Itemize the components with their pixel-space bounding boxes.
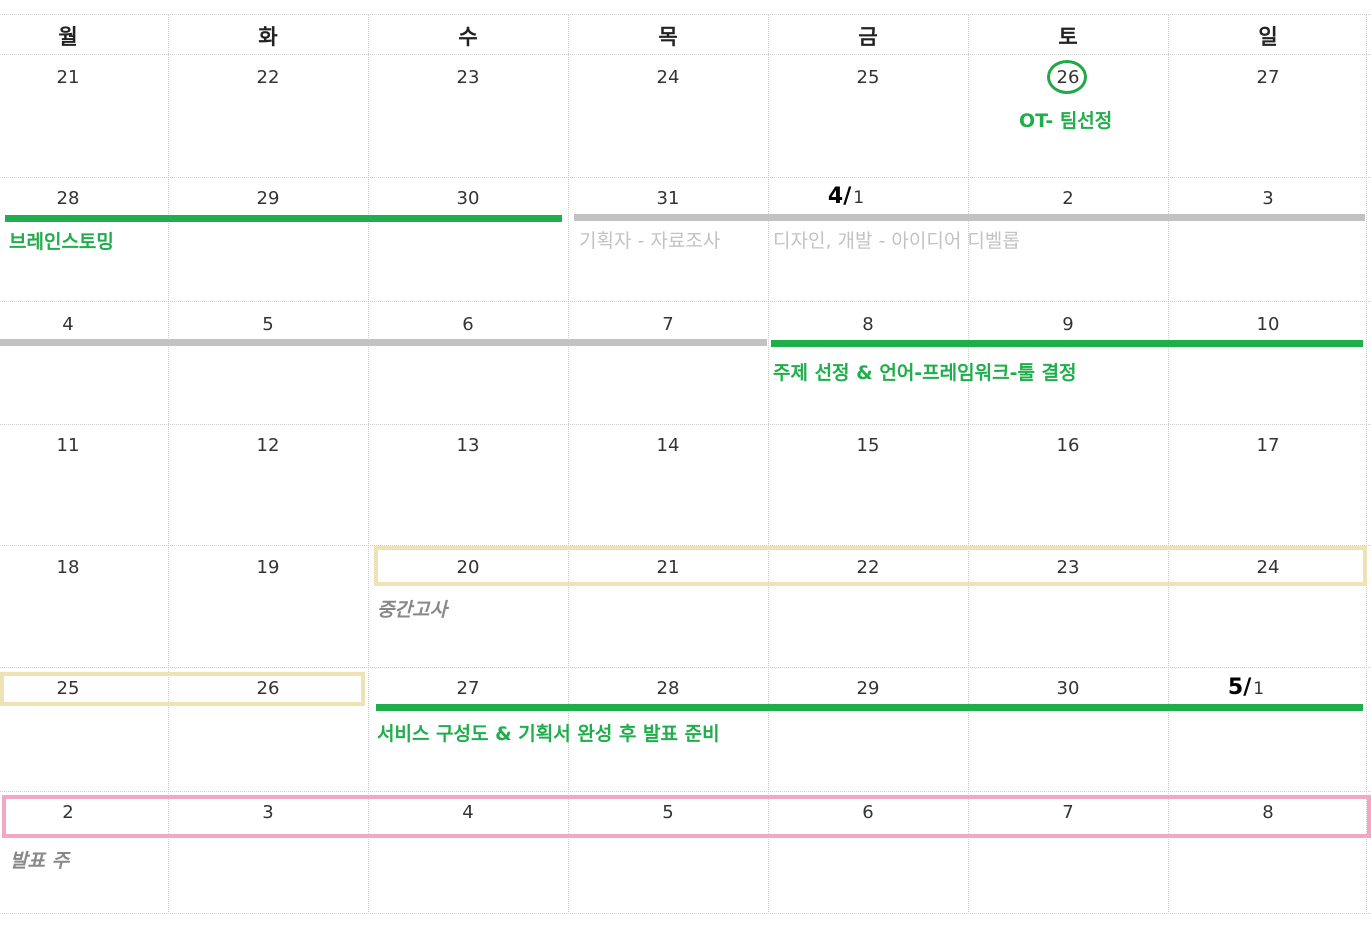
row-divider (0, 14, 1371, 15)
event-planner-research[interactable]: 기획자 - 자료조사 (579, 226, 720, 253)
event-bar-research[interactable] (574, 214, 1365, 221)
day-cell[interactable]: 7 (968, 802, 1168, 823)
day-cell[interactable]: 7 (568, 314, 768, 335)
day-cell[interactable]: 6 (768, 802, 968, 823)
weekday-fri: 금 (858, 25, 878, 49)
day-cell-month-start[interactable]: 4/1 (746, 184, 946, 209)
month-label: 4/ (827, 184, 852, 209)
event-brainstorm[interactable]: 브레인스토밍 (9, 227, 114, 254)
weekday-sat: 토 (1058, 25, 1078, 49)
event-presentation[interactable]: 발표 주 (10, 846, 69, 873)
column-divider (568, 14, 569, 914)
event-bar-brainstorm[interactable] (5, 215, 562, 222)
day-cell[interactable]: 9 (968, 314, 1168, 335)
day-cell[interactable]: 17 (1168, 435, 1368, 456)
column-divider (368, 14, 369, 914)
month-label: 5/ (1227, 675, 1252, 700)
day-cell[interactable]: 11 (0, 435, 168, 456)
event-midterm[interactable]: 중간고사 (377, 595, 447, 622)
weekday-wed: 수 (458, 25, 478, 49)
day-cell[interactable]: 4 (0, 314, 168, 335)
weekday-mon: 월 (58, 25, 78, 49)
day-cell[interactable]: 22 (168, 67, 368, 88)
day-cell[interactable]: 5 (568, 802, 768, 823)
day-cell-month-start[interactable]: 5/1 (1146, 675, 1346, 700)
day-cell[interactable]: 21 (568, 557, 768, 578)
day-cell[interactable]: 26 (168, 678, 368, 699)
row-divider (0, 791, 1371, 792)
day-cell[interactable]: 18 (0, 557, 168, 578)
event-bar-research-cont[interactable] (0, 339, 767, 346)
month-day: 1 (1253, 679, 1265, 699)
day-cell[interactable]: 8 (768, 314, 968, 335)
day-cell[interactable]: 13 (368, 435, 568, 456)
day-cell[interactable]: 19 (168, 557, 368, 578)
column-divider (1168, 14, 1169, 914)
day-cell[interactable]: 31 (568, 188, 768, 209)
day-cell[interactable]: 25 (0, 678, 168, 699)
column-divider (1366, 14, 1367, 914)
day-cell[interactable]: 2 (968, 188, 1168, 209)
event-bar-service[interactable] (376, 704, 1363, 711)
day-cell[interactable]: 28 (0, 188, 168, 209)
day-cell[interactable]: 23 (368, 67, 568, 88)
day-cell[interactable]: 3 (1168, 188, 1368, 209)
month-day: 1 (853, 188, 865, 208)
event-bar-topic[interactable] (771, 340, 1363, 347)
event-design-dev[interactable]: 디자인, 개발 - 아이디어 디벨롭 (773, 226, 1020, 253)
day-cell[interactable]: 30 (968, 678, 1168, 699)
row-divider (0, 301, 1371, 302)
day-cell[interactable]: 27 (1168, 67, 1368, 88)
day-cell[interactable]: 27 (368, 678, 568, 699)
row-divider (0, 913, 1371, 914)
event-topic[interactable]: 주제 선정 & 언어-프레임워크-툴 결정 (773, 358, 1077, 385)
day-cell[interactable]: 21 (0, 67, 168, 88)
day-cell[interactable]: 10 (1168, 314, 1368, 335)
day-cell[interactable]: 30 (368, 188, 568, 209)
day-cell-circled[interactable]: 26 (968, 67, 1168, 88)
day-cell[interactable]: 24 (1168, 557, 1368, 578)
column-divider (168, 14, 169, 914)
day-cell[interactable]: 3 (168, 802, 368, 823)
day-cell[interactable]: 8 (1168, 802, 1368, 823)
day-cell[interactable]: 5 (168, 314, 368, 335)
day-cell[interactable]: 29 (168, 188, 368, 209)
day-cell[interactable]: 29 (768, 678, 968, 699)
day-cell[interactable]: 14 (568, 435, 768, 456)
day-cell[interactable]: 12 (168, 435, 368, 456)
event-service[interactable]: 서비스 구성도 & 기획서 완성 후 발표 준비 (377, 719, 720, 746)
row-divider (0, 177, 1371, 178)
day-cell[interactable]: 2 (0, 802, 168, 823)
day-cell[interactable]: 22 (768, 557, 968, 578)
row-divider (0, 424, 1371, 425)
weekday-tue: 화 (258, 25, 278, 49)
column-divider (768, 14, 769, 914)
weekday-sun: 일 (1258, 25, 1278, 49)
weekday-thu: 목 (658, 25, 678, 49)
day-cell[interactable]: 15 (768, 435, 968, 456)
day-cell[interactable]: 24 (568, 67, 768, 88)
day-cell[interactable]: 20 (368, 557, 568, 578)
day-cell[interactable]: 4 (368, 802, 568, 823)
row-divider (0, 54, 1371, 55)
day-cell[interactable]: 23 (968, 557, 1168, 578)
day-cell[interactable]: 16 (968, 435, 1168, 456)
event-ot[interactable]: OT- 팀선정 (1019, 106, 1112, 133)
day-cell[interactable]: 28 (568, 678, 768, 699)
row-divider (0, 667, 1371, 668)
calendar-grid (0, 0, 1371, 920)
column-divider (968, 14, 969, 914)
day-cell[interactable]: 25 (768, 67, 968, 88)
day-cell[interactable]: 6 (368, 314, 568, 335)
